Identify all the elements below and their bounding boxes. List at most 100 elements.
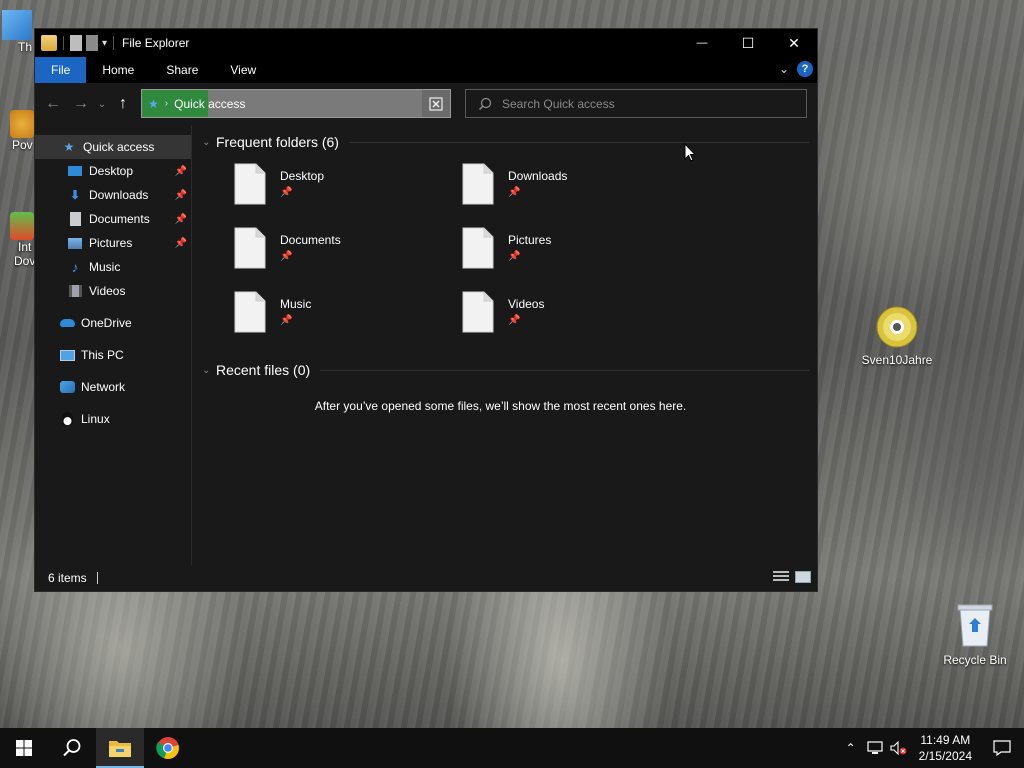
desktop-edge-label-2: Pov <box>12 138 33 152</box>
tab-view[interactable]: View <box>214 57 272 83</box>
folder-tile-music[interactable]: Music 📌 <box>234 285 462 349</box>
search-input[interactable] <box>502 96 782 111</box>
volume-muted-icon[interactable] <box>887 728 911 768</box>
desktop-edge-icon-2[interactable]: Pov <box>0 110 34 152</box>
nav-item-onedrive[interactable]: OneDrive <box>35 311 191 335</box>
pin-icon[interactable]: 📌 <box>175 166 187 177</box>
window-title: File Explorer <box>122 36 190 50</box>
nav-item-quick-access[interactable]: ★ Quick access <box>35 135 191 159</box>
explorer-body: ★ Quick access Desktop 📌 ⬇ Downloads 📌 D… <box>35 125 817 565</box>
nav-item-label: Videos <box>89 284 126 298</box>
collapse-chevron-icon[interactable]: ⌄ <box>202 365 216 376</box>
desktop-icon-recycle-bin[interactable]: Recycle Bin <box>935 602 1015 667</box>
nav-item-label: Documents <box>89 212 150 226</box>
pin-icon: 📌 <box>508 251 521 262</box>
nav-item-network[interactable]: Network <box>35 375 191 399</box>
folder-tile-documents[interactable]: Documents 📌 <box>234 221 462 285</box>
start-button[interactable] <box>0 728 48 768</box>
toolbar-separator <box>63 36 64 50</box>
details-view-icon[interactable] <box>773 571 789 583</box>
back-arrow-icon[interactable]: ← <box>39 90 67 118</box>
desktop-icon-label: Recycle Bin <box>943 653 1007 667</box>
folder-tile-downloads[interactable]: Downloads 📌 <box>462 157 690 221</box>
videos-icon <box>67 283 83 299</box>
recent-locations-chevron-icon[interactable]: ⌄ <box>95 90 109 118</box>
desktop-edge-icon-1[interactable]: Th <box>0 10 34 54</box>
close-button[interactable]: ✕ <box>771 29 817 57</box>
chevron-down-icon[interactable]: ▾ <box>102 38 107 49</box>
large-icons-view-icon[interactable] <box>795 571 811 583</box>
blank-file-icon <box>462 291 494 333</box>
desktop-icon-sven10jahre[interactable]: Sven10Jahre <box>857 306 937 367</box>
nav-item-label: OneDrive <box>81 316 132 330</box>
folder-tile-desktop[interactable]: Desktop 📌 <box>234 157 462 221</box>
star-icon: ★ <box>63 140 75 154</box>
taskbar: ⌃ 11:49 AM 2/15/2024 <box>0 728 1024 768</box>
system-clock[interactable]: 11:49 AM 2/15/2024 <box>911 732 980 764</box>
nav-item-linux[interactable]: Linux <box>35 407 191 431</box>
folder-name: Downloads <box>508 169 568 183</box>
frequent-folders-header[interactable]: ⌄ Frequent folders (6) <box>202 131 809 153</box>
tab-home[interactable]: Home <box>86 57 150 83</box>
desktop-edge-icon-3[interactable]: Int Dov <box>0 212 34 268</box>
nav-item-label: Network <box>81 380 126 394</box>
nav-item-downloads[interactable]: ⬇ Downloads 📌 <box>35 183 191 207</box>
system-tray: ⌃ 11:49 AM 2/15/2024 <box>839 728 1024 768</box>
taskbar-chrome[interactable] <box>144 728 192 768</box>
collapse-chevron-icon[interactable]: ⌄ <box>202 137 216 148</box>
blank-file-icon <box>462 227 494 269</box>
title-bar[interactable]: ▾ File Explorer — ☐ ✕ <box>35 29 817 57</box>
folder-icon[interactable] <box>41 35 57 51</box>
quick-access-toolbar: ▾ <box>35 35 116 51</box>
ribbon-tabs: File Home Share View ⌄ ? <box>35 57 817 83</box>
mouse-cursor-icon <box>684 143 696 162</box>
forward-arrow-icon[interactable]: → <box>67 90 95 118</box>
nav-item-videos[interactable]: Videos <box>35 279 191 303</box>
download-manager-icon <box>10 212 34 240</box>
folder-tile-pictures[interactable]: Pictures 📌 <box>462 221 690 285</box>
properties-icon[interactable] <box>70 35 82 51</box>
nav-item-this-pc[interactable]: This PC <box>35 343 191 367</box>
address-content: ★ › Quick access <box>142 97 245 111</box>
pin-icon: 📌 <box>508 315 521 326</box>
content-pane[interactable]: ⌄ Frequent folders (6) Desktop 📌 Download… <box>192 125 817 565</box>
new-folder-icon[interactable] <box>86 35 98 51</box>
network-status-icon[interactable] <box>863 728 887 768</box>
folder-tile-videos[interactable]: Videos 📌 <box>462 285 690 349</box>
search-button[interactable] <box>48 728 96 768</box>
pin-icon[interactable]: 📌 <box>175 238 187 249</box>
pin-icon: 📌 <box>280 187 293 198</box>
expand-ribbon-chevron-icon[interactable]: ⌄ <box>779 62 789 76</box>
nav-item-music[interactable]: ♪ Music <box>35 255 191 279</box>
nav-item-documents[interactable]: Documents 📌 <box>35 207 191 231</box>
nav-item-desktop[interactable]: Desktop 📌 <box>35 159 191 183</box>
notification-center-button[interactable] <box>980 728 1024 768</box>
window-controls: — ☐ ✕ <box>679 29 817 57</box>
folder-name: Pictures <box>508 233 552 247</box>
blank-file-icon <box>234 227 266 269</box>
maximize-button[interactable]: ☐ <box>725 29 771 57</box>
section-divider <box>320 369 809 371</box>
search-box[interactable] <box>465 89 807 118</box>
pin-icon[interactable]: 📌 <box>175 190 187 201</box>
address-field[interactable]: ★ › Quick access <box>141 89 451 118</box>
pin-icon[interactable]: 📌 <box>175 214 187 225</box>
folder-name: Music <box>280 297 312 311</box>
up-arrow-icon[interactable]: ↑ <box>109 90 137 118</box>
desktop-edge-label-3: Int <box>18 240 32 254</box>
blank-file-icon <box>234 291 266 333</box>
navigation-pane[interactable]: ★ Quick access Desktop 📌 ⬇ Downloads 📌 D… <box>35 125 192 565</box>
tab-share[interactable]: Share <box>150 57 214 83</box>
file-explorer-folder-icon <box>109 741 131 757</box>
desktop-edge-label-4: Dov <box>14 254 34 268</box>
chevron-up-icon[interactable]: ⌃ <box>839 728 863 768</box>
folder-shortcut-icon <box>2 10 32 40</box>
tab-file[interactable]: File <box>35 57 87 83</box>
nav-item-pictures[interactable]: Pictures 📌 <box>35 231 191 255</box>
minimize-button[interactable]: — <box>679 29 725 57</box>
taskbar-file-explorer[interactable] <box>96 728 144 768</box>
clear-address-button[interactable] <box>422 90 450 117</box>
help-icon[interactable]: ? <box>797 61 813 77</box>
recent-files-header[interactable]: ⌄ Recent files (0) <box>202 359 809 381</box>
nav-item-label: This PC <box>81 348 124 362</box>
